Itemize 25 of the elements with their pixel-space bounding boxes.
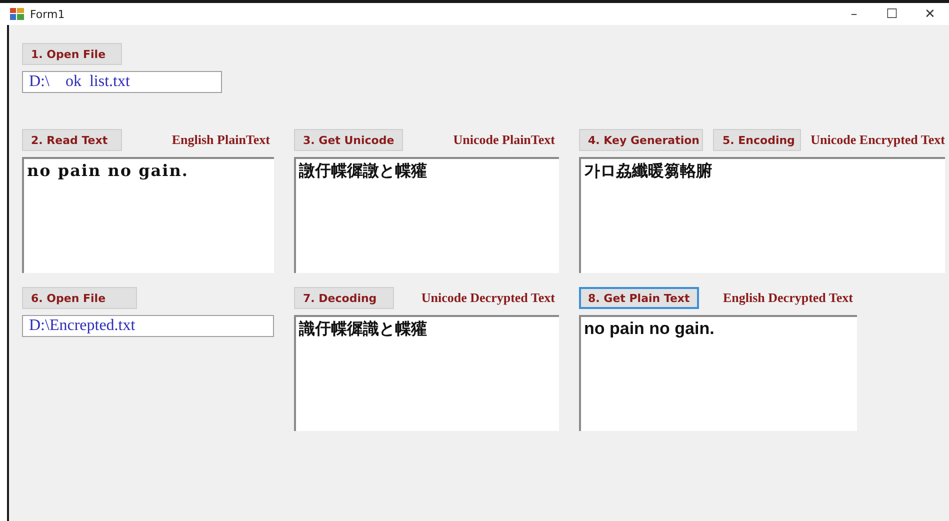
close-button[interactable]: ✕ <box>911 6 949 22</box>
caption-label: English PlainText <box>172 132 270 148</box>
action-button[interactable]: 2. Read Text <box>22 129 122 151</box>
action-button[interactable]: 8. Get Plain Text <box>579 287 699 309</box>
action-button[interactable]: 4. Key Generation <box>579 129 704 151</box>
path-field[interactable]: D:\Encrepted.txt <box>22 315 274 337</box>
action-button[interactable]: 7. Decoding <box>294 287 394 309</box>
action-button[interactable]: 3. Get Unicode <box>294 129 404 151</box>
text-area[interactable]: 譈㐵幉徲譈と幉獾 <box>294 157 559 273</box>
text-area[interactable]: 識㐵幉徲識と幉獾 <box>294 315 559 431</box>
window-title: Form1 <box>30 8 65 20</box>
text-area[interactable]: no pain no gain. <box>579 315 857 431</box>
path-field[interactable]: D:\ ok list.txt <box>22 71 222 93</box>
caption-label: English Decrypted Text <box>722 290 853 306</box>
action-button[interactable]: 5. Encoding <box>713 129 801 151</box>
action-button[interactable]: 6. Open File <box>22 287 137 309</box>
text-area[interactable]: no pain no gain. <box>22 157 274 273</box>
maximize-button[interactable]: ☐ <box>873 6 911 22</box>
minimize-button[interactable]: – <box>835 6 873 22</box>
caption-label: Unicode Encrypted Text <box>810 132 945 148</box>
caption-label: Unicode PlainText <box>453 132 555 148</box>
app-icon <box>10 8 24 20</box>
action-button[interactable]: 1. Open File <box>22 43 122 65</box>
text-area[interactable]: 가ロ劦纖暖篘輅腑 <box>579 157 945 273</box>
caption-label: Unicode Decrypted Text <box>421 290 555 306</box>
